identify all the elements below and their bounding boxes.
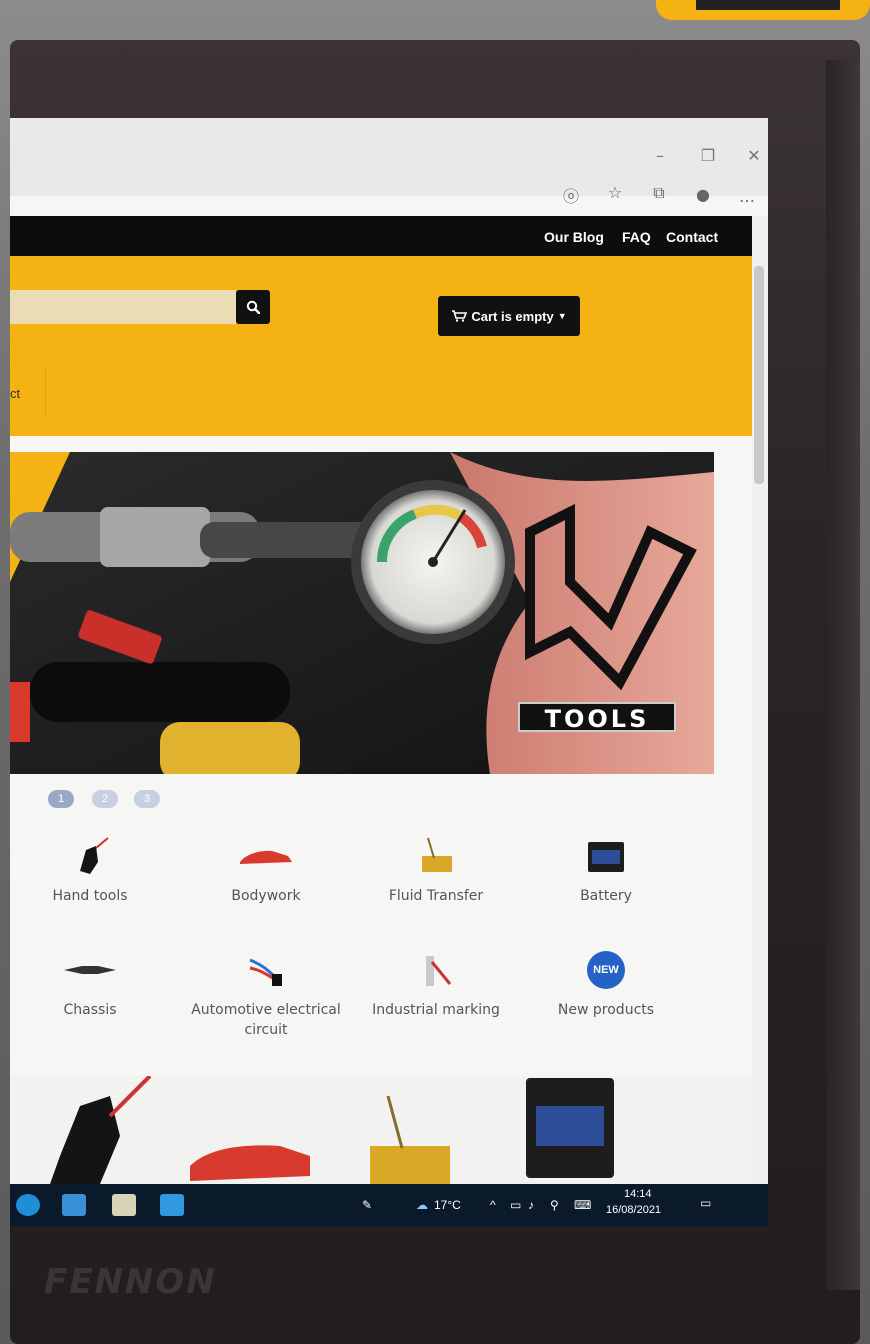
battery-icon bbox=[526, 834, 686, 878]
volume-icon[interactable]: ♪ bbox=[528, 1198, 534, 1212]
search-input[interactable] bbox=[10, 290, 236, 324]
restore-icon[interactable]: ❐ bbox=[698, 146, 718, 165]
close-icon[interactable]: ✕ bbox=[744, 146, 764, 165]
product-strip bbox=[10, 1074, 752, 1184]
collections-icon[interactable]: ⧉ bbox=[650, 184, 668, 202]
chassis-icon bbox=[10, 948, 170, 992]
category-label: Bodywork bbox=[231, 888, 301, 904]
usb-icon[interactable]: ⚲ bbox=[550, 1198, 559, 1212]
faq-link[interactable]: FAQ bbox=[622, 229, 651, 245]
tray-chevron-up-icon[interactable]: ^ bbox=[490, 1198, 496, 1212]
notification-icon[interactable]: ▭ bbox=[700, 1196, 711, 1210]
category-item[interactable]: Bodywork bbox=[186, 834, 346, 906]
category-item[interactable]: NEW New products bbox=[526, 948, 686, 1020]
category-item[interactable]: Fluid Transfer bbox=[356, 834, 516, 906]
monitor-bezel-edge bbox=[826, 60, 860, 1290]
favorite-star-icon[interactable]: ☆ bbox=[606, 184, 624, 202]
monitor-screen: – ❐ ✕ ⓞ ☆ ⧉ ● … Our Blog FAQ Contact Car… bbox=[10, 118, 768, 1226]
category-item[interactable]: Industrial marking bbox=[356, 948, 516, 1020]
fluid-transfer-icon bbox=[356, 834, 516, 878]
scrollbar-thumb[interactable] bbox=[754, 266, 764, 484]
new-badge-icon: NEW bbox=[526, 948, 686, 992]
profile-icon[interactable]: ● bbox=[694, 186, 712, 204]
reading-mode-icon[interactable]: ⓞ bbox=[562, 188, 580, 206]
chevron-down-icon: ▼ bbox=[557, 311, 567, 321]
carousel-dot[interactable]: 2 bbox=[92, 790, 118, 808]
hero-brand-label: TOOLS bbox=[518, 702, 676, 733]
product-images bbox=[50, 1074, 614, 1184]
pen-icon[interactable]: ✎ bbox=[362, 1198, 372, 1212]
carousel-dot[interactable]: 3 bbox=[134, 790, 160, 808]
keyboard-icon[interactable]: ⌨ bbox=[574, 1198, 591, 1212]
category-item[interactable]: Hand tools bbox=[10, 834, 170, 906]
carousel-dot[interactable]: 1 bbox=[48, 790, 74, 808]
our-blog-link[interactable]: Our Blog bbox=[544, 229, 604, 245]
minimize-icon[interactable]: – bbox=[650, 146, 670, 165]
mail-icon[interactable] bbox=[62, 1194, 86, 1216]
category-label: Fluid Transfer bbox=[388, 888, 484, 904]
weather-cloud-icon: ☁ bbox=[416, 1198, 428, 1212]
monitor-brand: FENNON bbox=[44, 1262, 217, 1302]
car-body-icon bbox=[186, 834, 346, 878]
hand-tools-icon bbox=[10, 834, 170, 878]
category-label: Battery bbox=[580, 888, 632, 904]
category-label: Chassis bbox=[63, 1002, 117, 1018]
category-label: New products bbox=[557, 1002, 655, 1018]
category-item[interactable]: Chassis bbox=[10, 948, 170, 1020]
wiring-icon bbox=[186, 948, 346, 992]
edge-browser-icon[interactable] bbox=[16, 1194, 40, 1216]
clock-date[interactable]: 16/08/2021 bbox=[606, 1204, 661, 1216]
media-player-icon[interactable] bbox=[160, 1194, 184, 1216]
network-icon[interactable]: ▭ bbox=[510, 1198, 521, 1212]
marker-icon bbox=[356, 948, 516, 992]
corner-sticker bbox=[656, 0, 870, 20]
category-label: Automotive electrical circuit bbox=[191, 1002, 341, 1038]
search-icon bbox=[246, 300, 260, 314]
search-button[interactable] bbox=[236, 290, 270, 324]
nav-item-contact-partial[interactable]: ct bbox=[10, 370, 46, 416]
category-label: Industrial marking bbox=[372, 1002, 500, 1018]
cart-label: Cart is empty bbox=[471, 308, 554, 324]
category-item[interactable]: Automotive electrical circuit bbox=[186, 948, 346, 1040]
temperature-text[interactable]: 17°C bbox=[434, 1198, 461, 1212]
cart-button[interactable]: Cart is empty ▼ bbox=[438, 296, 580, 336]
new-badge: NEW bbox=[587, 951, 625, 989]
category-label: Hand tools bbox=[52, 888, 128, 904]
clock-time[interactable]: 14:14 bbox=[624, 1188, 652, 1200]
contact-link[interactable]: Contact bbox=[666, 229, 718, 245]
monitor-app-icon[interactable] bbox=[112, 1194, 136, 1216]
cart-icon bbox=[452, 310, 468, 322]
site-header bbox=[10, 256, 752, 436]
category-item[interactable]: Battery bbox=[526, 834, 686, 906]
more-menu-icon[interactable]: … bbox=[738, 188, 756, 206]
